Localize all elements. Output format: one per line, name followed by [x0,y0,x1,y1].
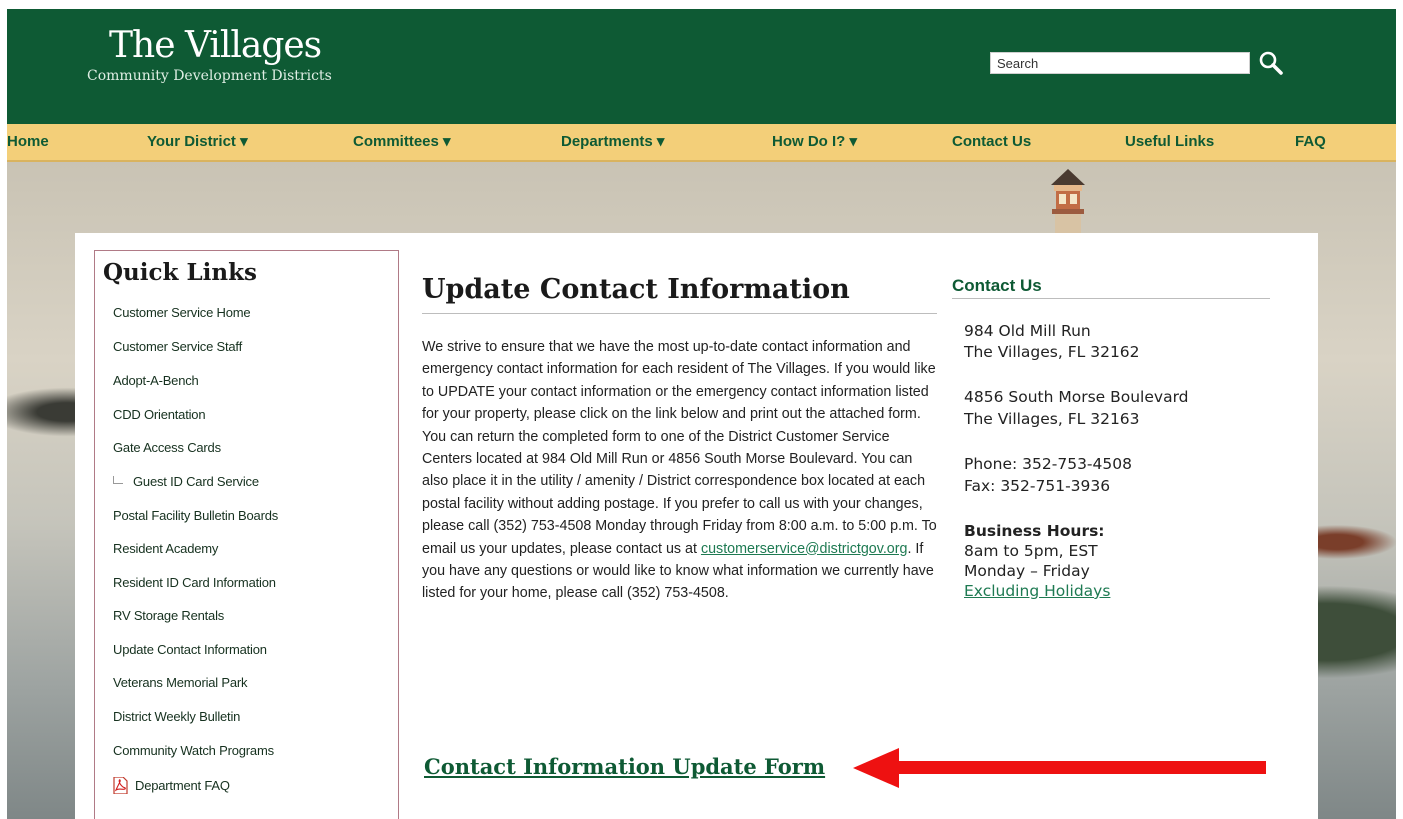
search-input[interactable] [990,52,1250,74]
search-button[interactable] [1257,49,1285,77]
red-arrow-annotation [853,748,1266,788]
quick-link-guest-id-card-service[interactable]: Guest ID Card Service [113,474,259,489]
quick-link-district-weekly-bulletin[interactable]: District Weekly Bulletin [113,709,240,724]
quick-link-update-contact-information[interactable]: Update Contact Information [113,642,267,657]
quick-link-customer-service-staff[interactable]: Customer Service Staff [113,339,242,354]
site-header: The Villages Community Development Distr… [7,9,1396,124]
logo-title: The Villages [109,25,322,66]
quick-link-veterans-memorial-park[interactable]: Veterans Memorial Park [113,675,248,690]
nav-contact-us[interactable]: Contact Us [952,124,1031,162]
business-hours-days: Monday – Friday [964,562,1090,580]
address-2-line-1: 4856 South Morse Boulevard [964,388,1189,406]
quick-link-adopt-a-bench[interactable]: Adopt-A-Bench [113,373,199,388]
nav-useful-links[interactable]: Useful Links [1125,124,1214,162]
quick-link-resident-academy[interactable]: Resident Academy [113,541,218,556]
quick-link-gate-access-cards[interactable]: Gate Access Cards [113,440,221,455]
address-1-line-2: The Villages, FL 32162 [964,343,1140,361]
intro-text-1: We strive to ensure that we have the mos… [422,339,937,557]
quick-link-community-watch-programs[interactable]: Community Watch Programs [113,743,274,758]
main-nav: Home Your District ▾ Committees ▾ Depart… [7,124,1396,162]
tree-branch-icon [113,476,123,484]
email-link[interactable]: customerservice@districtgov.org [701,541,908,557]
clock-tower-image [1051,169,1085,233]
nav-departments[interactable]: Departments ▾ [561,124,664,162]
excluding-holidays-link[interactable]: Excluding Holidays [964,582,1110,600]
page-title: Update Contact Information [422,274,937,314]
quick-link-department-faq[interactable]: Department FAQ [113,777,230,794]
quick-link-customer-service-home[interactable]: Customer Service Home [113,305,251,320]
intro-paragraph: We strive to ensure that we have the mos… [422,336,939,605]
phone-number: Phone: 352-753-4508 [964,455,1132,473]
quick-link-postal-bulletin-boards[interactable]: Postal Facility Bulletin Boards [113,508,278,523]
business-hours-time: 8am to 5pm, EST [964,542,1098,560]
quick-links-title: Quick Links [103,259,257,286]
quick-link-rv-storage-rentals[interactable]: RV Storage Rentals [113,608,224,623]
holidays-link-wrapper: Excluding Holidays [964,582,1110,600]
quick-link-label: Department FAQ [135,778,230,793]
address-2-line-2: The Villages, FL 32163 [964,410,1140,428]
contact-update-form-link[interactable]: Contact Information Update Form [424,754,825,779]
nav-faq[interactable]: FAQ [1295,124,1326,162]
address-1-line-1: 984 Old Mill Run [964,322,1091,340]
logo-subtitle: Community Development Districts [87,68,332,84]
nav-home[interactable]: Home [7,124,49,162]
contact-us-heading: Contact Us [952,276,1270,299]
quick-link-resident-id-card[interactable]: Resident ID Card Information [113,575,276,590]
nav-your-district[interactable]: Your District ▾ [147,124,248,162]
site-logo[interactable]: The Villages Community Development Distr… [87,25,387,85]
quick-link-cdd-orientation[interactable]: CDD Orientation [113,407,206,422]
business-hours-label: Business Hours: [964,522,1105,540]
search-icon [1259,51,1283,75]
nav-committees[interactable]: Committees ▾ [353,124,451,162]
pdf-icon [113,777,128,794]
fax-number: Fax: 352-751-3936 [964,477,1111,495]
nav-how-do-i[interactable]: How Do I? ▾ [772,124,857,162]
quick-links-panel: Quick Links Customer Service Home Custom… [94,250,399,819]
quick-link-label: Guest ID Card Service [133,474,259,489]
